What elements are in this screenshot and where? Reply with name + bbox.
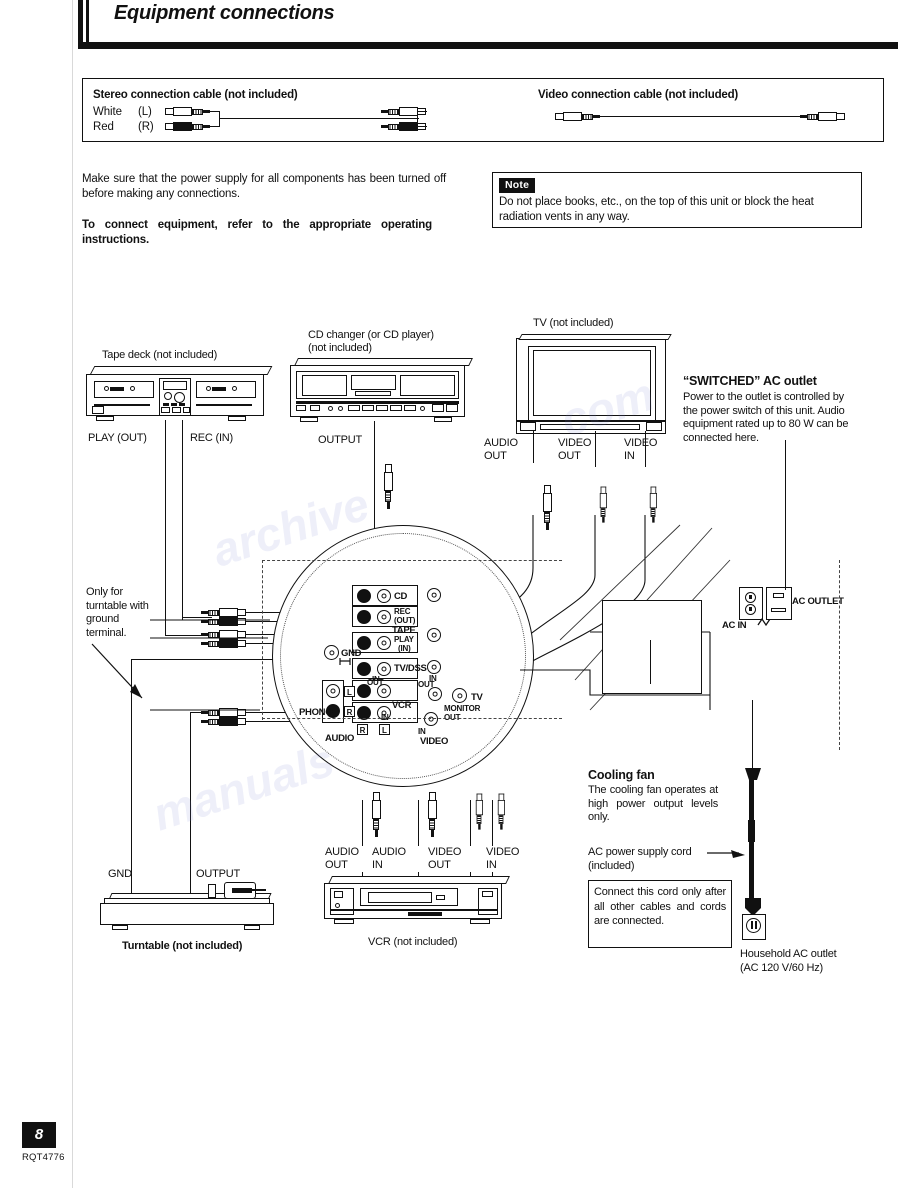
switched-ac-outlet-heading: “SWITCHED” AC outlet (683, 374, 817, 388)
vcr-audio-out-label-2: OUT (325, 859, 348, 871)
ac-outlet-leader-2 (785, 440, 787, 562)
turntable-gnd-label: GND (108, 868, 132, 880)
vcr-audio-out-label-1: AUDIO (325, 846, 359, 858)
page-header: Equipment connections (0, 0, 918, 56)
stereo-white-channel: (L) (138, 106, 152, 118)
page-title: Equipment connections (114, 2, 335, 24)
intro-paragraph: Make sure that the power supply for all … (82, 173, 446, 200)
rca-plug-vcr-d (481, 793, 505, 830)
stereo-white-label: White (93, 106, 122, 118)
turntable-counterweight (252, 889, 266, 891)
household-outlet-label-1: Household AC outlet (740, 948, 837, 960)
stereo-cable-title: Stereo connection cable (not included) (93, 89, 298, 101)
cable-gnd-wire (131, 660, 133, 860)
tv-caption: TV (not included) (533, 317, 614, 329)
cable-turntable-out (190, 858, 192, 896)
page-number-badge: 8 (22, 1122, 56, 1148)
turntable-tonearm (232, 888, 252, 893)
household-outlet-label-2: (AC 120 V/60 Hz) (740, 962, 824, 974)
turntable-spindle (208, 884, 216, 898)
vcr-audio-in-label-1: AUDIO (372, 846, 406, 858)
cable-wire-main (219, 118, 419, 120)
cable-vcr-video-in (492, 800, 494, 846)
power-cord-wire-low (749, 840, 754, 902)
tape-deck-caption: Tape deck (not included) (102, 349, 218, 361)
tape-deck-play-out-label: PLAY (OUT) (88, 432, 147, 444)
power-cord-wire-top (752, 700, 754, 770)
power-cord-arrow (707, 850, 745, 858)
header-accent-bar-2 (86, 0, 89, 44)
power-cord-label-2: (included) (588, 860, 635, 872)
household-outlet-icon[interactable] (742, 914, 766, 940)
cd-changer-caption-1: CD changer (or CD player) (308, 329, 434, 341)
ac-outlet-label: AC OUTLET (792, 596, 844, 607)
rca-plug-video-left (555, 112, 601, 121)
stereo-red-channel: (R) (138, 121, 154, 133)
ac-in-socket[interactable] (739, 587, 763, 620)
cable-vcr-video-out (470, 800, 472, 846)
tape-deck-rec-in-label: REC (IN) (190, 432, 234, 444)
note-text: Do not place books, etc., on the top of … (499, 196, 814, 223)
header-underline (78, 42, 898, 49)
right-panel-dashed (839, 560, 840, 750)
main-unit-divider (650, 640, 652, 684)
video-cable-title: Video connection cable (not included) (538, 89, 739, 101)
rca-plug-vcr-a (347, 792, 381, 837)
connect-cord-callout-box: Connect this cord only after all other c… (588, 880, 732, 948)
ac-outlet-leader (785, 560, 787, 590)
vcr-video-out-label-2: OUT (428, 859, 451, 871)
ground-terminal-note: Only for turntable with ground terminal. (86, 586, 149, 639)
rca-plug-red-left (165, 122, 211, 131)
cable-turntable-gnd (131, 858, 133, 896)
note-box: Note Do not place books, etc., on the to… (492, 172, 862, 228)
video-cable-wire (600, 116, 805, 118)
intro-bold-paragraph: To connect equipment, refer to the appro… (82, 219, 432, 246)
rca-plug-vcr-b (403, 792, 437, 837)
cable-legend-box: Stereo connection cable (not included) W… (82, 78, 884, 142)
cooling-fan-body: The cooling fan operates at high power o… (588, 784, 718, 823)
vcr-video-in-label-2: IN (486, 859, 497, 871)
stereo-red-label: Red (93, 121, 114, 133)
main-unit-box (602, 600, 702, 694)
cooling-fan-heading: Cooling fan (588, 768, 655, 782)
vcr-video-in-label-1: VIDEO (486, 846, 520, 858)
rca-plug-vcr-c (459, 793, 483, 830)
power-cord-thick (748, 820, 755, 842)
header-accent-bar (78, 0, 83, 48)
vcr-audio-in-label-2: IN (372, 859, 383, 871)
rca-plug-white-left (165, 107, 211, 116)
cd-changer-caption-2: (not included) (308, 342, 372, 354)
note-badge: Note (499, 178, 536, 193)
vcr-caption: VCR (not included) (368, 936, 458, 948)
document-code: RQT4776 (22, 1152, 65, 1163)
connect-cord-callout-text: Connect this cord only after all other c… (594, 886, 726, 927)
rca-plug-video-right (799, 112, 845, 121)
turntable-output-label: OUTPUT (196, 868, 241, 880)
ac-in-label: AC IN (722, 620, 747, 631)
power-cord-wire-mid (749, 780, 754, 822)
rca-plug-red-right (380, 122, 426, 131)
power-cord-label-1: AC power supply cord (588, 846, 692, 858)
turntable-caption: Turntable (not included) (122, 940, 243, 952)
ac-outlet-socket[interactable] (766, 587, 792, 620)
vcr-video-out-label-1: VIDEO (428, 846, 462, 858)
rca-plug-white-right (380, 107, 426, 116)
